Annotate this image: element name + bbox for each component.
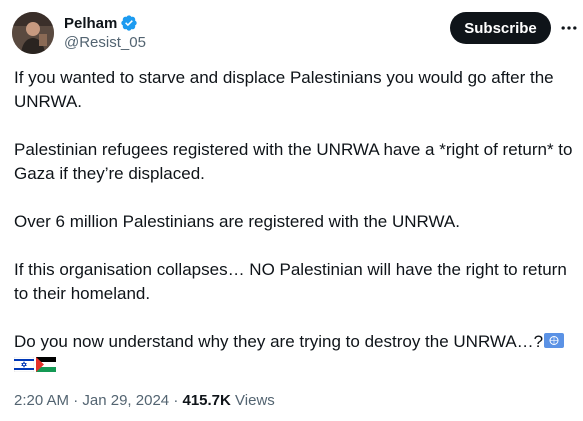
timestamp-separator: · [73, 392, 79, 409]
display-name[interactable]: Pelham [64, 15, 117, 32]
tweet-paragraph-3: Over 6 million Palestinians are register… [14, 212, 460, 231]
name-block: Pelham @Resist_05 [64, 13, 146, 52]
tweet-header: Pelham @Resist_05 Subscribe [12, 12, 583, 56]
meta-separator: · [173, 392, 179, 409]
subscribe-button[interactable]: Subscribe [450, 12, 551, 44]
views-label: Views [235, 392, 275, 409]
timestamp-date: Jan 29, 2024 [82, 392, 170, 409]
views-count[interactable]: 415.7K [182, 392, 230, 409]
handle[interactable]: @Resist_05 [64, 34, 146, 51]
tweet: Pelham @Resist_05 Subscribe If you wante… [0, 0, 583, 421]
tweet-paragraph-1: If you wanted to starve and displace Pal… [14, 68, 554, 111]
display-name-row: Pelham [64, 13, 146, 33]
tweet-paragraph-4: If this organisation collapses… NO Pales… [14, 260, 567, 303]
avatar-image [12, 12, 54, 54]
tweet-paragraph-5: Do you now understand why they are tryin… [13, 330, 583, 379]
tweet-paragraph-5-text: Do you now understand why they are tryin… [14, 332, 544, 351]
tweet-paragraph-2: Palestinian refugees registered with the… [14, 140, 573, 183]
un-flag-icon [544, 331, 565, 355]
timestamp-time: 2:20 AM [14, 392, 70, 409]
israel-flag-icon [13, 355, 35, 379]
tweet-text: If you wanted to starve and displace Pal… [13, 66, 583, 379]
verified-badge-icon[interactable] [120, 14, 138, 32]
more-horizontal-icon[interactable] [558, 18, 580, 38]
timestamp-link[interactable]: 2:20 AM · Jan 29, 2024 [14, 392, 169, 409]
palestine-flag-icon [36, 355, 56, 379]
tweet-meta: 2:20 AM · Jan 29, 2024 · 415.7K Views [14, 392, 275, 409]
avatar[interactable] [12, 12, 54, 54]
